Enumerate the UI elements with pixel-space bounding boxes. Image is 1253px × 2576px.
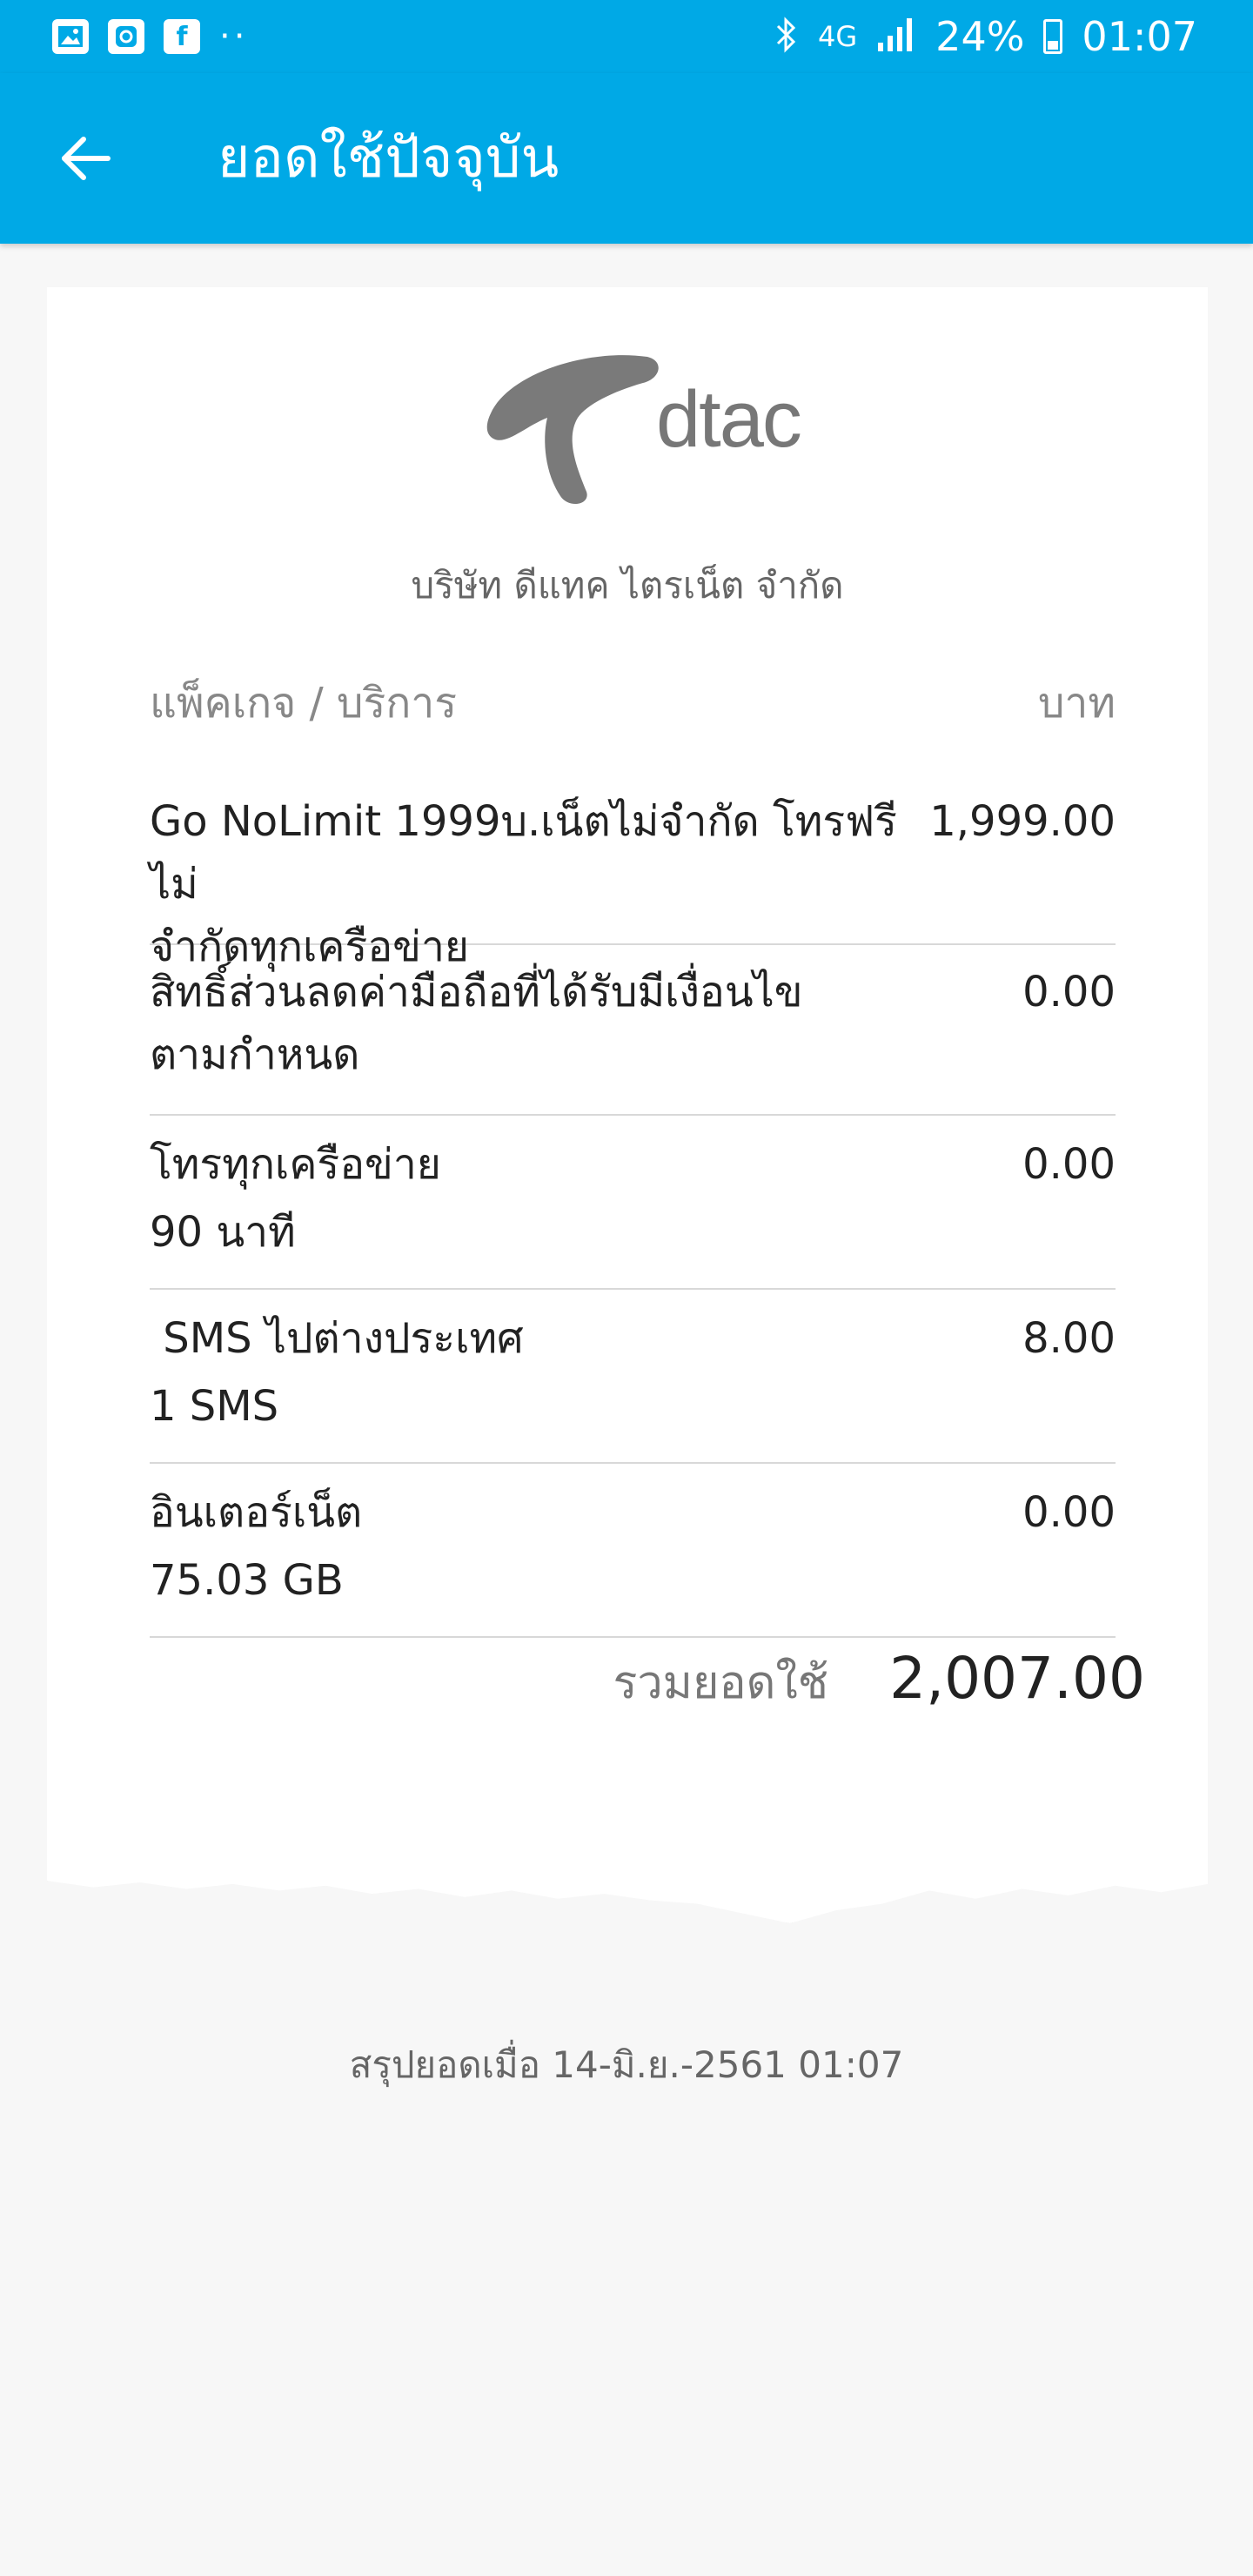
item-description: SMS ไปต่างประเทศ 1 SMS <box>150 1307 524 1438</box>
list-item: SMS ไปต่างประเทศ 1 SMS 8.00 <box>150 1290 1116 1464</box>
header-package: แพ็คเกจ / บริการ <box>150 679 458 728</box>
item-line2: 90 นาที <box>150 1208 296 1257</box>
logo-text: dtac <box>656 375 802 464</box>
item-amount: 1,999.00 <box>929 797 1116 846</box>
item-line1: SMS ไปต่างประเทศ <box>150 1314 524 1363</box>
gallery-icon <box>52 19 89 54</box>
list-item: สิทธิ์ส่วนลดค่ามือถือที่ได้รับมีเงื่อนไข… <box>150 945 1116 1116</box>
facebook-icon: f <box>164 19 200 54</box>
item-description: โทรทุกเครือข่าย 90 นาที <box>150 1133 441 1264</box>
signal-icon <box>876 17 916 57</box>
item-description: สิทธิ์ส่วนลดค่ามือถือที่ได้รับมีเงื่อนไข… <box>150 961 803 1086</box>
clock: 01:07 <box>1082 13 1197 60</box>
list-item: Go NoLimit 1999บ.เน็ตไม่จำกัด โทรฟรีไม่ … <box>150 775 1116 971</box>
back-button[interactable] <box>52 125 118 191</box>
item-line1: Go NoLimit 1999บ.เน็ตไม่จำกัด โทรฟรีไม่ <box>150 797 897 909</box>
receipt-card: dtac บริษัท ดีแทค ไตรเน็ต จำกัด แพ็คเกจ … <box>47 287 1208 1923</box>
item-line1: อินเตอร์เน็ต <box>150 1488 363 1537</box>
notification-dots: ·· <box>219 17 249 57</box>
instagram-icon <box>108 19 144 54</box>
item-amount: 0.00 <box>1022 1488 1116 1537</box>
total-row: รวมยอดใช้ 2,007.00 <box>613 1645 1145 1718</box>
list-item: อินเตอร์เน็ต 75.03 GB 0.00 <box>150 1464 1116 1638</box>
status-bar: f ·· 4G 24% 01:07 <box>0 0 1253 73</box>
item-amount: 8.00 <box>1022 1314 1116 1363</box>
app-bar: ยอดใช้ปัจจุบัน <box>0 73 1253 244</box>
arrow-left-icon <box>62 137 111 180</box>
item-line2: ตามกำหนด <box>150 1030 360 1079</box>
total-value: 2,007.00 <box>889 1645 1145 1712</box>
summary-timestamp: สรุปยอดเมื่อ 14-มิ.ย.-2561 01:07 <box>349 2043 904 2086</box>
item-line2: 75.03 GB <box>150 1556 344 1605</box>
network-type: 4G <box>818 20 858 53</box>
item-line2: 1 SMS <box>150 1382 279 1431</box>
total-label: รวมยอดใช้ <box>613 1657 829 1709</box>
usage-list: Go NoLimit 1999บ.เน็ตไม่จำกัด โทรฟรีไม่ … <box>150 775 1116 1638</box>
list-header: แพ็คเกจ / บริการ บาท <box>150 670 1116 736</box>
battery-percent: 24% <box>935 13 1025 60</box>
dtac-logo: dtac <box>482 331 848 505</box>
item-description: Go NoLimit 1999บ.เน็ตไม่จำกัด โทรฟรีไม่ … <box>150 790 898 978</box>
status-left: f ·· <box>52 19 248 54</box>
status-right: 4G 24% 01:07 <box>774 14 1197 59</box>
page-title: ยอดใช้ปัจจุบัน <box>218 126 559 191</box>
dtac-logo-mark <box>486 355 659 505</box>
item-amount: 0.00 <box>1022 1140 1116 1189</box>
item-description: อินเตอร์เน็ต 75.03 GB <box>150 1481 362 1612</box>
header-currency: บาท <box>1037 679 1116 728</box>
bluetooth-icon <box>774 16 799 57</box>
list-item: โทรทุกเครือข่าย 90 นาที 0.00 <box>150 1116 1116 1290</box>
item-line1: สิทธิ์ส่วนลดค่ามือถือที่ได้รับมีเงื่อนไข <box>150 968 803 1016</box>
battery-icon <box>1043 19 1063 54</box>
item-amount: 0.00 <box>1022 968 1116 1016</box>
company-name: บริษัท ดีแทค ไตรเน็ต จำกัด <box>411 564 844 607</box>
item-line1: โทรทุกเครือข่าย <box>150 1140 441 1189</box>
